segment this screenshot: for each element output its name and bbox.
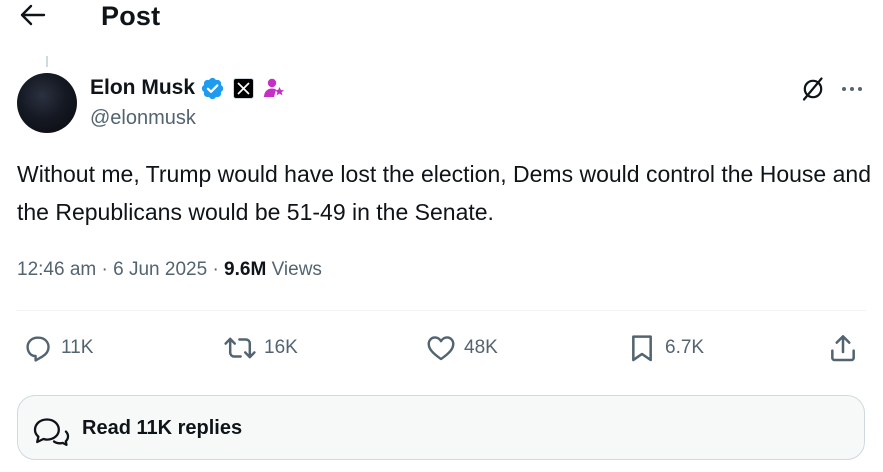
grok-button[interactable] <box>799 75 827 103</box>
reply-button[interactable]: 11K <box>22 330 93 366</box>
back-button[interactable] <box>18 1 48 29</box>
more-options-button[interactable] <box>838 75 866 103</box>
avatar[interactable] <box>17 73 77 133</box>
read-replies-label: Read 11K replies <box>82 417 243 439</box>
action-bar: 11K 16K 48K 6.7K <box>17 330 866 366</box>
reply-count: 11K <box>61 337 94 358</box>
x-logo-icon[interactable] <box>233 77 255 99</box>
page-title: Post <box>101 1 161 31</box>
meta-separator: · <box>212 259 219 280</box>
more-horizontal-icon <box>842 87 862 91</box>
share-icon <box>831 335 855 362</box>
heart-icon <box>427 336 455 361</box>
read-replies-button[interactable]: Read 11K replies <box>17 395 865 460</box>
top-header: Post <box>0 0 883 34</box>
meta-separator: · <box>101 259 108 280</box>
post-text: Without me, Trump would have lost the el… <box>17 161 871 225</box>
like-count: 48K <box>464 337 498 358</box>
grok-icon <box>802 77 823 101</box>
author-display-name[interactable]: Elon Musk <box>90 74 195 102</box>
verified-badge-icon[interactable] <box>200 76 225 101</box>
post-detail-page: Post Elon Musk @elonmusk Without me, Tru… <box>0 0 883 472</box>
repost-count: 16K <box>264 337 298 358</box>
author-handle[interactable]: @elonmusk <box>90 105 196 131</box>
bookmark-icon <box>632 335 652 362</box>
repost-button[interactable]: 16K <box>223 330 298 366</box>
arrow-left-icon <box>20 4 46 26</box>
share-button[interactable] <box>827 330 859 366</box>
chat-bubbles-icon <box>33 418 70 446</box>
post-date[interactable]: 6 Jun 2025 <box>113 259 207 280</box>
thread-connector-line <box>46 56 48 67</box>
government-official-icon[interactable] <box>262 76 286 100</box>
views-count[interactable]: 9.6M <box>224 259 266 280</box>
post-time[interactable]: 12:46 am <box>17 259 96 280</box>
divider <box>17 310 866 311</box>
author-name-row: Elon Musk <box>90 74 286 102</box>
reply-icon <box>26 336 50 362</box>
views-label: Views <box>271 259 322 280</box>
like-button[interactable]: 48K <box>425 330 498 366</box>
bookmark-count: 6.7K <box>665 337 705 358</box>
repost-icon <box>224 337 256 359</box>
post-metadata: 12:46 am · 6 Jun 2025 · 9.6M Views <box>17 257 322 283</box>
bookmark-button[interactable]: 6.7K <box>626 330 704 366</box>
